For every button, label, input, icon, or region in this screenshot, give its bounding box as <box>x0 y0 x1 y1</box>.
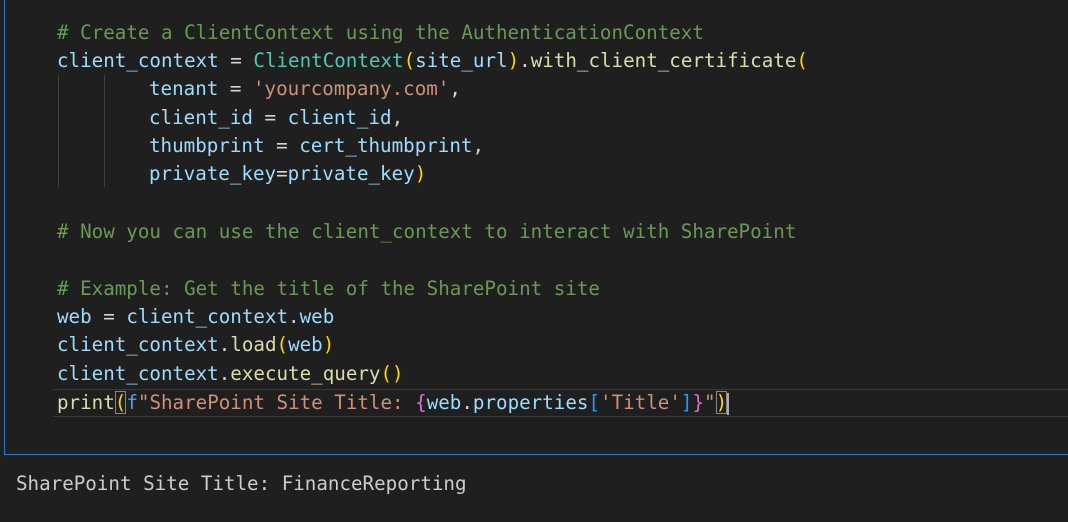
bracket-token: ( <box>276 333 289 356</box>
variable-token: web <box>288 333 323 356</box>
comment: # Create a ClientContext using the Authe… <box>57 21 704 44</box>
code-editor[interactable]: # Create a ClientContext using the Authe… <box>4 0 1068 455</box>
variable-token: site_url <box>415 49 508 72</box>
code-line[interactable]: # Example: Get the title of the SharePoi… <box>57 275 600 303</box>
variable-token: properties <box>472 391 589 414</box>
variable-token: web <box>426 391 462 414</box>
class-token: ClientContext <box>253 49 404 72</box>
bracket-token: ) <box>414 162 427 185</box>
variable-token: web <box>57 305 92 328</box>
fstring-prefix-token: f <box>126 391 138 414</box>
code-line[interactable]: print(f"SharePoint Site Title: {web.prop… <box>57 389 730 417</box>
variable-token: private_key <box>149 162 277 185</box>
comment: # Now you can use the client_context to … <box>57 220 797 243</box>
indent-guide <box>104 75 105 187</box>
variable-token: client_context <box>126 305 289 328</box>
operator-token: . <box>519 49 531 72</box>
string-token: " <box>704 391 716 414</box>
operator-token: = <box>218 77 253 100</box>
code-line[interactable]: client_context = ClientContext(site_url)… <box>57 47 808 75</box>
function-token: with_client_certificate <box>530 49 797 72</box>
operator-token: = <box>252 106 288 129</box>
bracket-token: ) <box>507 49 520 72</box>
variable-token: tenant <box>149 77 219 100</box>
bracket-token: [ <box>588 391 601 414</box>
comment: # Example: Get the title of the SharePoi… <box>57 277 600 300</box>
variable-token: client_context <box>57 362 219 385</box>
bracket-token: () <box>380 362 404 385</box>
operator-token: = <box>218 49 254 72</box>
bracket-token: ( <box>796 49 808 72</box>
string-token: 'yourcompany.com' <box>252 77 450 100</box>
code-line[interactable]: private_key=private_key) <box>149 160 426 188</box>
bracket-token: } <box>692 391 705 414</box>
variable-token: private_key <box>287 162 415 185</box>
operator-token: . <box>461 391 473 414</box>
code-line[interactable]: client_context.execute_query() <box>57 360 404 388</box>
code-line[interactable]: thumbprint = cert_thumbprint, <box>149 132 484 160</box>
variable-token: client_id <box>149 106 253 129</box>
variable-token: thumbprint <box>149 134 265 157</box>
cell-output: SharePoint Site Title: FinanceReporting <box>16 472 467 495</box>
function-token: execute_query <box>230 362 381 385</box>
variable-token: client_context <box>57 333 219 356</box>
function-token: print <box>57 391 115 414</box>
bracket-token: ) <box>715 391 728 414</box>
variable-token: client_id <box>287 106 392 129</box>
operator-token: , <box>449 77 461 100</box>
bracket-token: ) <box>322 333 335 356</box>
bracket-token: ] <box>680 391 693 414</box>
indent-guide <box>58 75 59 187</box>
notebook-cell: # Create a ClientContext using the Authe… <box>0 0 1068 522</box>
operator-token: = <box>91 305 127 328</box>
bracket-token: ( <box>403 49 416 72</box>
bracket-token: { <box>415 391 427 414</box>
operator-token: = <box>276 162 288 185</box>
code-line[interactable]: # Now you can use the client_context to … <box>57 218 796 246</box>
operator-token: . <box>218 333 231 356</box>
code-line[interactable]: web = client_context.web <box>57 303 334 331</box>
text-cursor <box>727 392 730 415</box>
code-line[interactable]: client_id = client_id, <box>149 104 403 132</box>
code-line[interactable]: tenant = 'yourcompany.com', <box>149 75 461 103</box>
bracket-token: ( <box>114 391 127 414</box>
variable-token: web <box>299 305 335 328</box>
string-token: 'Title' <box>600 391 681 414</box>
variable-token: cert_thumbprint <box>299 134 473 157</box>
function-token: load <box>230 333 277 356</box>
code-line[interactable]: client_context.load(web) <box>57 331 334 359</box>
variable-token: client_context <box>57 49 219 72</box>
operator-token: . <box>218 362 231 385</box>
operator-token: = <box>264 134 300 157</box>
operator-token: . <box>288 305 300 328</box>
operator-token: , <box>472 134 485 157</box>
code-line[interactable]: # Create a ClientContext using the Authe… <box>57 19 704 47</box>
operator-token: , <box>391 106 404 129</box>
string-token: "SharePoint Site Title: <box>137 391 416 414</box>
